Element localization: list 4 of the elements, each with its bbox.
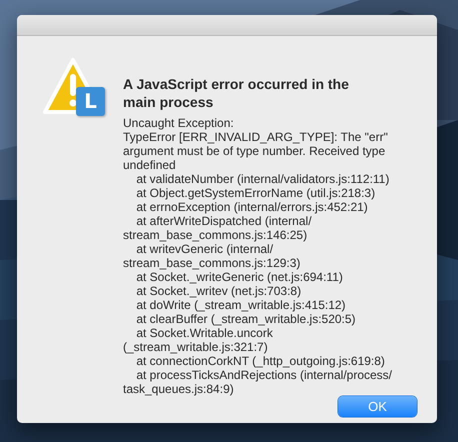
app-badge-icon: L	[76, 87, 105, 116]
error-message: Uncaught Exception: TypeError [ERR_INVALID_ARG_TYPE]: The "err" argument must be of type number. Received type undefined at validateNumber (internal/validators.js:112:11) at Object.getSystemErrorName (util.js:218:3) at errnoException (internal/errors.js:452:21) at afterWriteDispatched (internal/ stream_base_commons.js:146:25) at writevGeneric (internal/ stream_base_commons.js:129:3) at Socket._writeGeneric (net.js:694:11) at Socket._writev (net.js:703:8) at doWrite (_stream_writable.js:415:12) at clearBuffer (_stream_writable.js:520:5) at Socket.Writable.uncork (_stream_writable.js:321:7) at connectionCorkNT (_http_outgoing.js:619:8) at processTicksAndRejections (internal/process/ task_queues.js:84:9)	[123, 116, 392, 396]
dialog-title: A JavaScript error occurred in the main process	[123, 75, 350, 111]
ok-button[interactable]: OK	[338, 396, 417, 417]
